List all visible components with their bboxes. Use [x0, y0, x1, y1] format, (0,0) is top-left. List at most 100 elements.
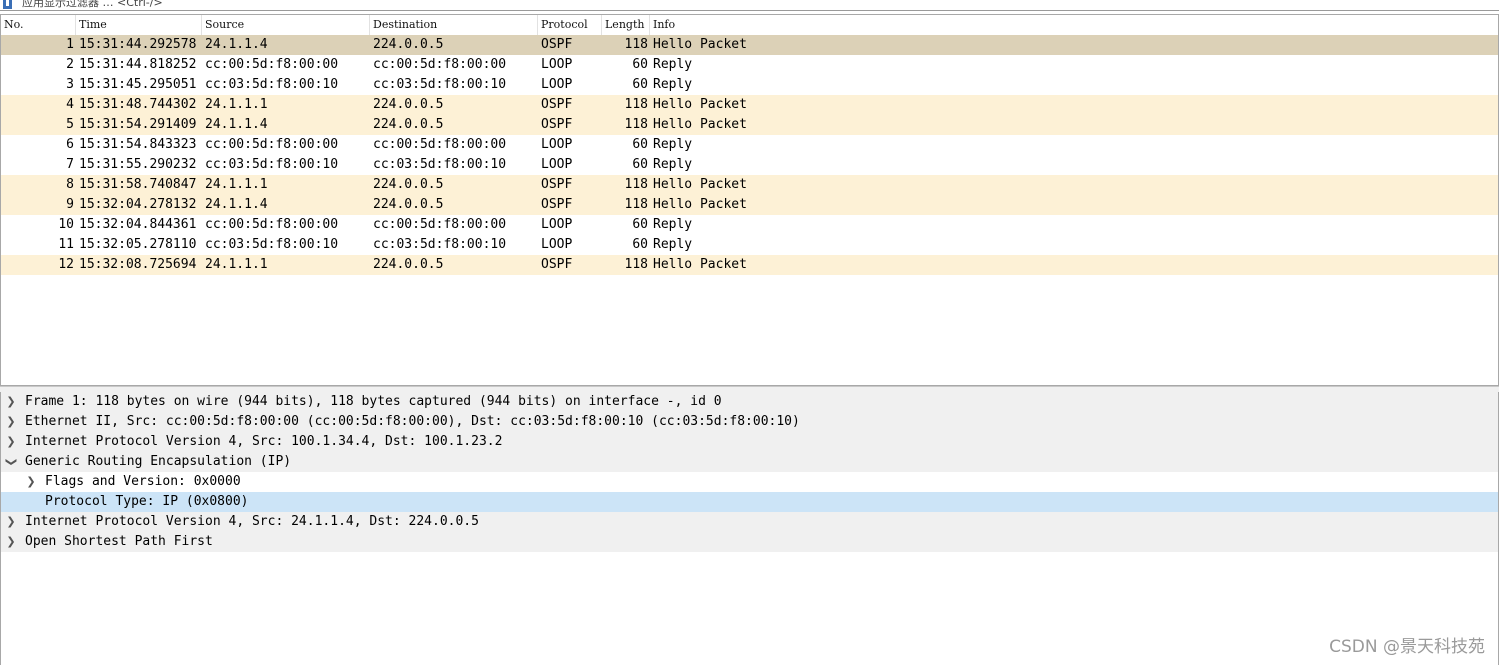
table-row[interactable]: 7 15:31:55.290232 cc:03:5d:f8:00:10 cc:03:5…	[1, 155, 1498, 175]
cell-source: 24.1.1.4	[205, 37, 268, 52]
chevron-right-icon[interactable]: ❯	[5, 392, 17, 412]
cell-source: 24.1.1.4	[205, 197, 268, 212]
watermark: CSDN @景天科技苑	[1329, 637, 1485, 657]
chevron-right-icon[interactable]: ❯	[25, 472, 37, 492]
cell-source: cc:03:5d:f8:00:10	[205, 77, 339, 92]
detail-row-text: Frame 1: 118 bytes on wire (944 bits), 1…	[25, 394, 722, 409]
cell-destination: 224.0.0.5	[373, 37, 444, 52]
cell-source: 24.1.1.1	[205, 177, 268, 192]
display-filter-input[interactable]: 应用显示过滤器 … <Ctrl-/>	[22, 0, 163, 10]
cell-destination: 224.0.0.5	[373, 177, 444, 192]
cell-time: 15:31:44.818252	[79, 57, 197, 72]
cell-length: 60	[632, 237, 648, 252]
cell-info: Hello Packet	[653, 197, 747, 212]
table-row[interactable]: 12 15:32:08.725694 24.1.1.1 224.0.0.5 OSPF 11…	[1, 255, 1498, 275]
detail-row-text: Internet Protocol Version 4, Src: 24.1.1…	[25, 514, 479, 529]
cell-length: 118	[624, 97, 648, 112]
cell-length: 60	[632, 77, 648, 92]
cell-no: 1	[66, 37, 74, 52]
chevron-right-icon[interactable]: ❯	[5, 412, 17, 432]
column-header-destination[interactable]: Destination	[370, 15, 538, 35]
cell-protocol: LOOP	[541, 57, 573, 72]
cell-info: Hello Packet	[653, 37, 747, 52]
cell-destination: cc:03:5d:f8:00:10	[373, 237, 507, 252]
cell-protocol: OSPF	[541, 117, 573, 132]
cell-no: 10	[58, 217, 74, 232]
column-header-time[interactable]: Time	[76, 15, 202, 35]
detail-row-gre[interactable]: ❯ Generic Routing Encapsulation (IP)	[1, 452, 1498, 472]
cell-no: 7	[66, 157, 74, 172]
detail-row-ethernet[interactable]: ❯ Ethernet II, Src: cc:00:5d:f8:00:00 (c…	[1, 412, 1498, 432]
detail-row-frame[interactable]: ❯ Frame 1: 118 bytes on wire (944 bits),…	[1, 392, 1498, 412]
cell-destination: 224.0.0.5	[373, 117, 444, 132]
packet-details-pane: ❯ Frame 1: 118 bytes on wire (944 bits),…	[0, 392, 1499, 665]
cell-info: Reply	[653, 237, 693, 252]
cell-no: 12	[58, 257, 74, 272]
table-row[interactable]: 4 15:31:48.744302 24.1.1.1 224.0.0.5 OSPF 118…	[1, 95, 1498, 115]
detail-row-text: Open Shortest Path First	[25, 534, 213, 549]
chevron-right-icon[interactable]: ❯	[5, 532, 17, 552]
table-row[interactable]: 5 15:31:54.291409 24.1.1.4 224.0.0.5 OSPF 118…	[1, 115, 1498, 135]
table-row[interactable]: 9 15:32:04.278132 24.1.1.4 224.0.0.5 OSPF 118…	[1, 195, 1498, 215]
cell-source: 24.1.1.4	[205, 117, 268, 132]
detail-row-ospf[interactable]: ❯ Open Shortest Path First	[1, 532, 1498, 552]
cell-time: 15:31:54.843323	[79, 137, 197, 152]
cell-time: 15:31:58.740847	[79, 177, 197, 192]
packet-list-pane: No. Time Source Destination Protocol Len…	[0, 14, 1499, 386]
cell-source: cc:00:5d:f8:00:00	[205, 217, 339, 232]
detail-row-text: Ethernet II, Src: cc:00:5d:f8:00:00 (cc:…	[25, 414, 800, 429]
chevron-right-icon[interactable]: ❯	[5, 512, 17, 532]
cell-protocol: LOOP	[541, 237, 573, 252]
cell-destination: cc:00:5d:f8:00:00	[373, 217, 507, 232]
detail-row-text: Flags and Version: 0x0000	[45, 474, 241, 489]
column-header-length[interactable]: Length	[602, 15, 650, 35]
cell-length: 60	[632, 217, 648, 232]
column-header-source[interactable]: Source	[202, 15, 370, 35]
detail-row-text: Internet Protocol Version 4, Src: 100.1.…	[25, 434, 503, 449]
cell-info: Reply	[653, 77, 693, 92]
cell-info: Reply	[653, 217, 693, 232]
cell-destination: cc:00:5d:f8:00:00	[373, 137, 507, 152]
cell-time: 15:31:48.744302	[79, 97, 197, 112]
cell-source: cc:03:5d:f8:00:10	[205, 237, 339, 252]
column-header-no[interactable]: No.	[1, 15, 76, 35]
cell-protocol: LOOP	[541, 157, 573, 172]
detail-row-gre-protocol-type[interactable]: Protocol Type: IP (0x0800)	[1, 492, 1498, 512]
cell-length: 118	[624, 177, 648, 192]
cell-info: Reply	[653, 157, 693, 172]
cell-destination: cc:03:5d:f8:00:10	[373, 157, 507, 172]
bookmark-icon[interactable]	[3, 0, 12, 9]
cell-destination: 224.0.0.5	[373, 257, 444, 272]
table-row[interactable]: 1 15:31:44.292578 24.1.1.4 224.0.0.5 OSPF 118…	[1, 35, 1498, 55]
cell-info: Hello Packet	[653, 117, 747, 132]
table-row[interactable]: 3 15:31:45.295051 cc:03:5d:f8:00:10 cc:03:5…	[1, 75, 1498, 95]
cell-info: Hello Packet	[653, 177, 747, 192]
table-row[interactable]: 2 15:31:44.818252 cc:00:5d:f8:00:00 cc:00:5…	[1, 55, 1498, 75]
display-filter-bar[interactable]: 应用显示过滤器 … <Ctrl-/>	[0, 0, 1499, 11]
cell-length: 60	[632, 137, 648, 152]
cell-protocol: LOOP	[541, 217, 573, 232]
table-row[interactable]: 8 15:31:58.740847 24.1.1.1 224.0.0.5 OSPF 118…	[1, 175, 1498, 195]
packet-list-header: No. Time Source Destination Protocol Len…	[1, 15, 1498, 36]
cell-info: Hello Packet	[653, 257, 747, 272]
table-row[interactable]: 11 15:32:05.278110 cc:03:5d:f8:00:10 cc:03:…	[1, 235, 1498, 255]
detail-row-ipv4-inner[interactable]: ❯ Internet Protocol Version 4, Src: 24.1…	[1, 512, 1498, 532]
cell-info: Reply	[653, 57, 693, 72]
cell-time: 15:32:04.278132	[79, 197, 197, 212]
detail-row-gre-flags[interactable]: ❯ Flags and Version: 0x0000	[1, 472, 1498, 492]
column-header-info[interactable]: Info	[650, 15, 1498, 35]
cell-no: 3	[66, 77, 74, 92]
column-header-protocol[interactable]: Protocol	[538, 15, 602, 35]
cell-time: 15:32:08.725694	[79, 257, 197, 272]
packet-rows: 1 15:31:44.292578 24.1.1.4 224.0.0.5 OSPF 118…	[1, 35, 1498, 275]
cell-no: 6	[66, 137, 74, 152]
cell-protocol: OSPF	[541, 177, 573, 192]
table-row[interactable]: 10 15:32:04.844361 cc:00:5d:f8:00:00 cc:00:…	[1, 215, 1498, 235]
table-row[interactable]: 6 15:31:54.843323 cc:00:5d:f8:00:00 cc:00:5…	[1, 135, 1498, 155]
cell-time: 15:31:54.291409	[79, 117, 197, 132]
detail-row-ipv4-outer[interactable]: ❯ Internet Protocol Version 4, Src: 100.…	[1, 432, 1498, 452]
cell-destination: 224.0.0.5	[373, 97, 444, 112]
cell-time: 15:31:55.290232	[79, 157, 197, 172]
chevron-right-icon[interactable]: ❯	[5, 432, 17, 452]
chevron-down-icon[interactable]: ❯	[1, 456, 21, 468]
